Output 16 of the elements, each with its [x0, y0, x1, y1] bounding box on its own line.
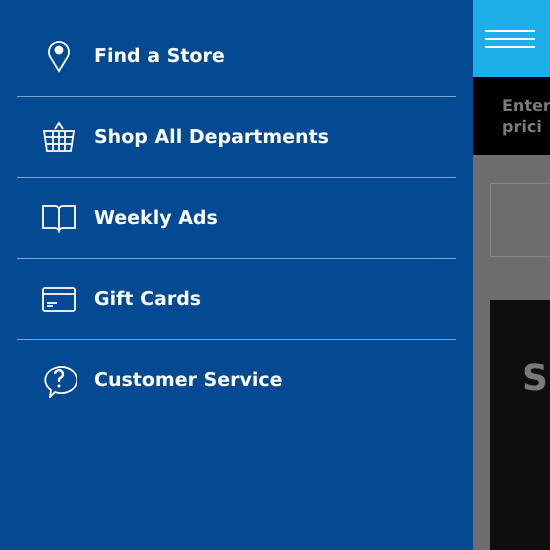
- menu-item-label: Find a Store: [94, 45, 225, 67]
- menu-icon: [485, 28, 535, 48]
- basket-icon: [41, 119, 77, 155]
- menu-item-label: Shop All Departments: [94, 126, 329, 148]
- menu-button[interactable]: [485, 28, 535, 48]
- menu-item-label: Customer Service: [94, 369, 283, 391]
- menu-item[interactable]: Find a Store: [17, 16, 456, 97]
- menu-item-label: Gift Cards: [94, 288, 202, 310]
- menu-item[interactable]: Customer Service: [17, 340, 456, 420]
- banner-text: prici: [502, 116, 543, 137]
- menu-item[interactable]: Weekly Ads: [17, 178, 456, 259]
- menu-item-label: Weekly Ads: [94, 207, 218, 229]
- promo-text: S: [522, 358, 548, 399]
- menu-item[interactable]: Gift Cards: [17, 259, 456, 340]
- menu-item[interactable]: Shop All Departments: [17, 97, 456, 178]
- input-field[interactable]: [490, 183, 550, 257]
